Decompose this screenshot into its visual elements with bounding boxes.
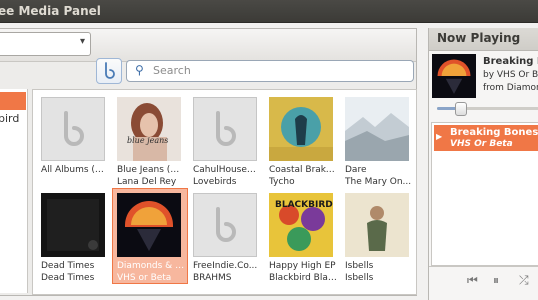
album-placeholder-art [193,97,257,161]
sidebar-item-label[interactable]: bird [0,112,19,125]
album-tile-happy-high[interactable]: BLACKBIRD Happy High EP Blackbird Blac..… [265,189,339,283]
previous-icon[interactable]: ⏮ [467,273,478,288]
album-artist: Dead Times [41,273,95,283]
window-title: ee Media Panel [0,4,101,18]
album-placeholder-icon [216,111,236,146]
album-placeholder-icon [64,111,84,146]
album-tile-coastal-brake[interactable]: Coastal Brake ... Tycho [265,93,339,187]
search-field[interactable]: ⚲ Search [126,60,414,82]
now-playing-title: Now Playing [437,31,521,45]
album-cover-art [269,97,333,161]
album-title: CahulHouseM... [193,165,261,175]
album-title: Blue Jeans (Re... [117,165,185,175]
queue-item-title: Breaking Bones [450,127,538,138]
album-cover-art [345,193,409,257]
queue-item[interactable]: ▶ Breaking Bones VHS Or Beta [434,125,538,151]
album-placeholder-art [41,97,105,161]
shuffle-icon[interactable]: ⤮ [519,273,529,288]
album-tile-isbells[interactable]: Isbells Isbells [341,189,415,283]
album-placeholder-icon [216,207,236,242]
album-cover-art: blue jeans [117,97,181,161]
album-title: Dead Times [41,261,95,271]
queue-item-artist: VHS Or Beta [450,139,513,149]
search-placeholder: Search [153,64,191,77]
album-artist: Lovebirds [193,177,237,187]
album-cover-art [345,97,409,161]
album-tile-dead-times[interactable]: Dead Times Dead Times [37,189,111,283]
sidebar-item-selected[interactable] [0,92,26,110]
album-cover-art: BLACKBIRD [269,193,333,257]
now-playing-panel: Now Playing Breaking Bo by VHS Or Beta f… [428,28,538,300]
album-title: Diamonds & D... [117,261,185,271]
album-tile-cahul[interactable]: CahulHouseM... Lovebirds [189,93,263,187]
svg-text:blue jeans: blue jeans [127,136,168,145]
source-combo[interactable]: ▾ [0,32,91,56]
album-title: FreeIndie.Co... [193,261,258,271]
album-artist: Blackbird Blac... [269,273,337,283]
pause-icon[interactable]: ⏸ [493,273,499,288]
album-tile-diamonds[interactable]: Diamonds & D... VHS or Beta [112,188,188,284]
search-icon: ⚲ [135,63,144,77]
album-title: Isbells [345,261,374,271]
chevron-down-icon: ▾ [79,36,85,47]
sidebar: bird [0,89,28,293]
seek-bar[interactable] [437,107,538,110]
play-queue: ▶ Breaking Bones VHS Or Beta [431,122,538,266]
album-placeholder-art [193,193,257,257]
now-playing-header: Now Playing [429,28,538,51]
album-tile-all-albums[interactable]: All Albums (16) [37,93,111,187]
album-tile-dare[interactable]: Dare The Mary On... [341,93,415,187]
play-indicator-icon: ▶ [436,132,443,141]
album-title: All Albums (16) [41,165,109,175]
svg-text:BLACKBIRD: BLACKBIRD [275,200,333,210]
playback-controls: ⏮ ⏸ ⤮ [429,266,538,297]
album-artist: Tycho [269,177,295,187]
now-playing-album: from Diamon [483,83,538,93]
album-grid: All Albums (16) blue jeans Blue Jeans (R… [32,89,417,295]
now-playing-track-title: Breaking Bo [483,56,538,67]
album-artist: VHS or Beta [117,273,172,283]
album-tile-freeindie[interactable]: FreeIndie.Co... BRAHMS [189,189,263,283]
title-bar: ee Media Panel [0,0,538,23]
album-title: Happy High EP [269,261,336,271]
album-artist: BRAHMS [193,273,232,283]
now-playing-cover [432,54,476,98]
album-cover-art [117,193,181,257]
now-playing-artist: by VHS Or Beta [483,70,538,80]
album-title: Dare [345,165,367,175]
media-brand-icon [105,62,115,79]
album-cover-art [41,193,105,257]
album-artist: Isbells [345,273,374,283]
media-brand-button[interactable] [96,58,122,84]
seek-handle[interactable] [455,102,468,116]
album-tile-blue-jeans[interactable]: blue jeans Blue Jeans (Re... Lana Del Re… [113,93,187,187]
album-title: Coastal Brake ... [269,165,337,175]
album-artist: The Mary On... [345,177,412,187]
album-artist: Lana Del Rey [117,177,177,187]
